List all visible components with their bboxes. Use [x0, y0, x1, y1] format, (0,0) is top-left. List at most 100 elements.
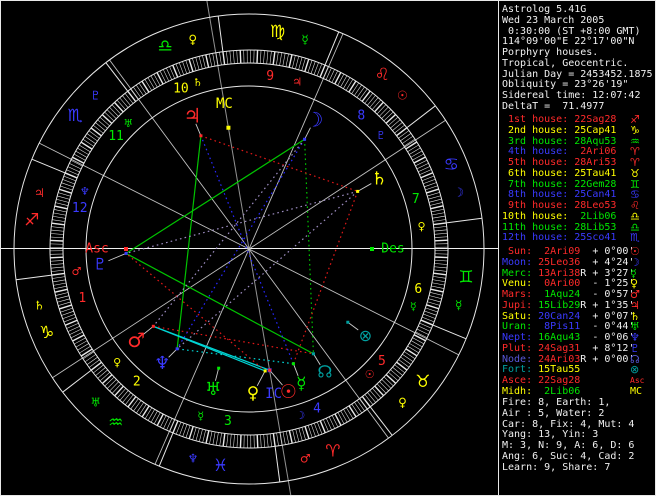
house-ruler-glyph-pluto: ♇: [376, 129, 386, 142]
planet-dot-jupiter: [199, 134, 203, 138]
summary-line: M: 3, N: 9, A: 6, D: 6: [502, 440, 635, 451]
sign-glyph-scorpio: ♏: [68, 106, 83, 126]
planet-dot-pluto: [124, 251, 128, 255]
house-ruler-glyph-jupiter: ♃: [292, 75, 302, 88]
planet-glyph-venus: ♀: [247, 384, 259, 404]
planet-glyph-mercury: ☿: [296, 374, 306, 394]
sign-glyph-sagittarius: ♐: [24, 211, 39, 231]
planet-row: Sun: 2Ari09 + 0°00': [502, 246, 635, 257]
planet-row: Nept: 16Aqu43 - 0°06': [502, 332, 635, 343]
planet-row: Midh: 2Lib06: [502, 386, 581, 397]
planet-glyph-node: ☊: [317, 363, 332, 383]
axis-label-ic: IC: [265, 386, 282, 402]
house-number-5: 5: [378, 354, 386, 369]
planet-glyph: ⊗: [630, 363, 640, 376]
house-row: 6th house: 25Tau41: [502, 168, 617, 179]
summary-line: Air : 5, Water: 2: [502, 408, 605, 419]
planet-dot-fortune: [346, 320, 350, 324]
planet-glyph-saturn: ♄: [371, 169, 387, 190]
house-row: 1st house: 22Sag28: [502, 114, 617, 125]
degree-tick: [434, 239, 448, 242]
sign-ruler-glyph-jupiter: ♃: [34, 186, 45, 200]
header-line: DeltaT = 71.4977: [502, 101, 605, 112]
planet-dot-sun: [268, 368, 272, 372]
planet-glyph: Asc: [630, 376, 645, 385]
house-number-6: 6: [414, 282, 422, 297]
axis-label-des: Des: [381, 242, 404, 257]
degree-tick: [256, 434, 259, 448]
degree-tick: [256, 50, 259, 64]
sign-glyph-gemini: ♊: [459, 267, 474, 287]
house-row: 2nd house: 25Cap41: [502, 125, 617, 136]
sign-glyph-pisces: ♓: [213, 456, 228, 476]
header-line: Tropical, Geocentric.: [502, 58, 629, 69]
house-ruler-glyph-sun: ☉: [365, 368, 375, 381]
house-ruler-glyph-venus: ♀: [113, 356, 121, 369]
house-number-2: 2: [133, 374, 141, 389]
house-number-1: 1: [78, 291, 86, 306]
sign-ruler-glyph-mars: ♂: [300, 452, 311, 466]
house-ruler-glyph-mercury: ☿: [197, 410, 204, 423]
axis-label-mc: MC: [216, 96, 233, 112]
planet-glyph-mars: ♂: [127, 328, 145, 352]
info-panel: Astrolog 5.41G Wed 23 March 2005 0:30:00 …: [502, 1, 655, 495]
house-row: 12th house: 25Sco41: [502, 232, 617, 243]
sign-glyph-libra: ♎: [157, 37, 172, 57]
planet-glyph-moon: ☽: [306, 108, 324, 132]
sign-ruler-glyph-mercury: ☿: [455, 298, 462, 312]
des-dot: [370, 247, 374, 251]
planet-dot-mercury: [291, 362, 295, 366]
house-row: 4th house: 2Ari06: [502, 146, 617, 157]
house-row: 10th house: 2Lib06: [502, 211, 617, 222]
summary-line: Ang: 6, Suc: 4, Cad: 2: [502, 451, 635, 462]
planet-glyph-pluto: ♇: [93, 255, 107, 274]
sign-ruler-glyph-sun: ☉: [397, 88, 408, 102]
mc-dot: [226, 125, 231, 130]
planet-row: Fort: 15Tau55: [502, 364, 581, 375]
planet-row: Mars: 1Aqu24 - 0°57': [502, 289, 635, 300]
house-number-12: 12: [72, 201, 88, 216]
planet-row: Plut: 24Sag31 + 8°12': [502, 343, 635, 354]
planet-dot-neptune: [175, 347, 179, 351]
planet-dot-uranus: [217, 366, 221, 370]
planet-glyph-neptune: ♆: [154, 353, 170, 374]
planet-dot-moon: [303, 137, 307, 141]
house-ruler-glyph-uranus: ♅: [123, 117, 133, 130]
sign-ruler-glyph-uranus: ♅: [90, 396, 101, 410]
sign-glyph-cancer: ♋: [444, 155, 459, 175]
axis-label-asc: Asc: [85, 242, 108, 257]
house-number-11: 11: [108, 129, 124, 144]
planet-glyph: MC: [630, 386, 643, 397]
house-ruler-glyph-mars: ♂: [72, 265, 82, 278]
sign-ruler-glyph-saturn: ♄: [34, 298, 45, 312]
degree-tick: [50, 256, 64, 259]
summary-line: Learn: 9, Share: 7: [502, 462, 611, 473]
sign-glyph-virgo: ♍: [270, 22, 285, 42]
sign-glyph: ♏: [630, 231, 640, 244]
header-line: Obliquity = 23°26'19": [502, 79, 629, 90]
sign-glyph-aquarius: ♒: [108, 413, 123, 433]
degree-tick: [434, 256, 448, 259]
sign-ruler-glyph-mercury: ☿: [301, 32, 308, 46]
header-line: Wed 23 March 2005: [502, 15, 605, 26]
sign-glyph-leo: ♌: [375, 65, 390, 85]
sign-ruler-glyph-neptune: ♆: [188, 452, 199, 466]
sign-glyph-aries: ♈: [325, 441, 340, 461]
degree-tick: [50, 239, 64, 242]
chart-wheel[interactable]: ♈♂♉♀♊☿♋☽♌☉♍ ☿♎ ♀♏♇♐♃♑♄♒♅♓♆1♂2♀3☿ 4☽5☉6☿7♀8♇…: [1, 1, 498, 496]
planet-row: Uran: 8Pis11 - 0°44': [502, 321, 635, 332]
house-row: 8th house: 25Can41: [502, 189, 617, 200]
panel-divider: [498, 1, 499, 495]
planet-dot-venus: [263, 369, 267, 373]
header-line: Porphyry houses.: [502, 47, 599, 58]
planet-glyph-fortune: ⊗: [359, 326, 372, 345]
summary-line: Fire: 8, Earth: 1,: [502, 397, 611, 408]
house-row: 5th house: 28Ari53: [502, 157, 617, 168]
house-number-9: 9: [266, 69, 274, 84]
house-number-8: 8: [357, 109, 365, 124]
sign-ruler-glyph-venus: ♀: [398, 395, 407, 409]
header-line: Sidereal time: 12:07:42: [502, 90, 641, 101]
sign-ruler-glyph-pluto: ♇: [90, 89, 101, 103]
house-ruler-glyph-neptune: ♆: [80, 185, 90, 198]
house-ruler-glyph-venus: ♀: [417, 220, 425, 233]
